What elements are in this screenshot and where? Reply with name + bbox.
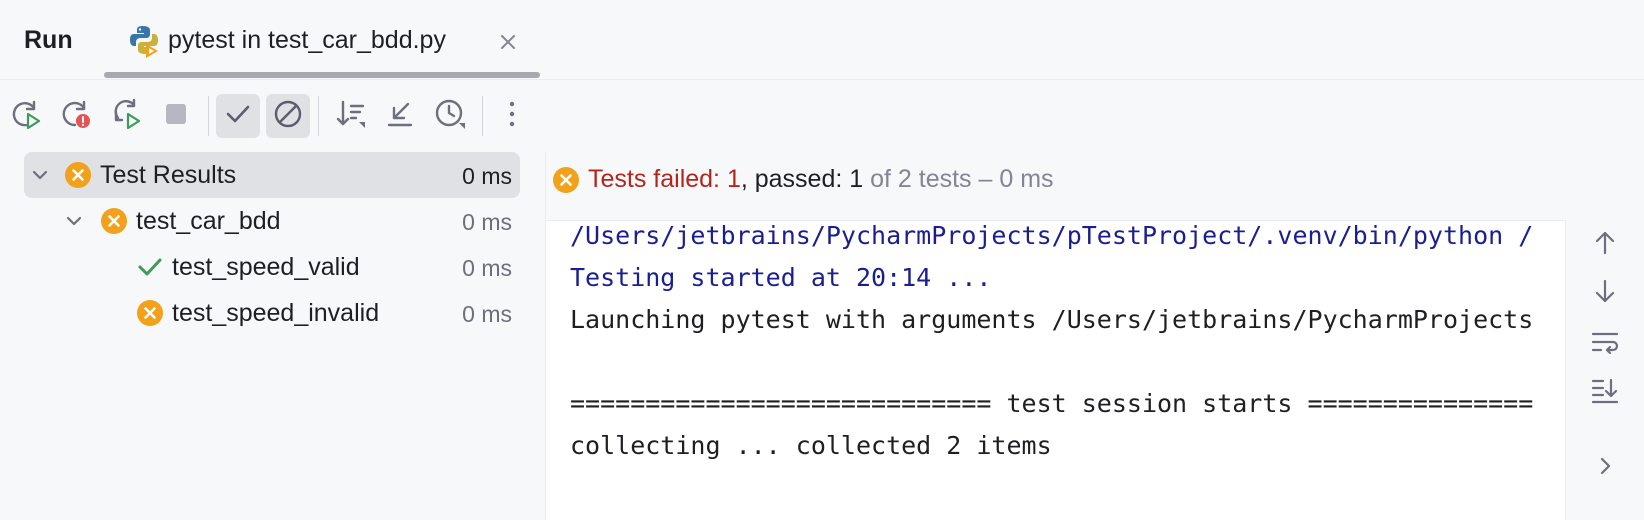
tool-window-header: Run pytest in test_car_bdd.py bbox=[0, 0, 1644, 80]
stop-button[interactable] bbox=[154, 94, 198, 138]
more-options-button[interactable] bbox=[490, 94, 534, 138]
status-text: Tests failed: 1, passed: 1 of 2 tests – … bbox=[588, 165, 1054, 194]
status-failed-count: Tests failed: 1 bbox=[588, 165, 741, 193]
status-total: of 2 tests – 0 ms bbox=[863, 165, 1054, 193]
test-duration: 0 ms bbox=[462, 301, 512, 327]
tab-pytest-run[interactable]: pytest in test_car_bdd.py bbox=[104, 0, 540, 80]
tab-label: pytest in test_car_bdd.py bbox=[168, 26, 446, 54]
clock-icon bbox=[434, 98, 466, 135]
toolbar-separator bbox=[482, 96, 483, 136]
test-failed-icon bbox=[136, 299, 164, 327]
test-history-button[interactable] bbox=[428, 94, 472, 138]
console-output[interactable]: /Users/jetbrains/PycharmProjects/pTestPr… bbox=[546, 220, 1566, 520]
test-failed-icon bbox=[64, 161, 92, 189]
tree-row-test-car-bdd[interactable]: test_car_bdd 0 ms bbox=[24, 198, 520, 244]
chevron-down-icon[interactable] bbox=[62, 209, 86, 233]
tree-row-label: Test Results bbox=[100, 161, 237, 189]
chevron-down-icon[interactable] bbox=[28, 163, 52, 187]
sort-icon bbox=[334, 98, 366, 135]
test-duration: 0 ms bbox=[462, 255, 512, 281]
console-line: Testing started at 20:14 ... bbox=[570, 263, 992, 292]
previous-occurrence-button[interactable] bbox=[1585, 225, 1625, 265]
rerun-failed-icon bbox=[60, 98, 92, 135]
console-line: collecting ... collected 2 items bbox=[570, 431, 1052, 460]
chevron-right-icon bbox=[1593, 454, 1617, 483]
console-line: ============================ test sessio… bbox=[570, 389, 1534, 418]
arrow-down-icon bbox=[1591, 277, 1619, 310]
test-duration: 0 ms bbox=[462, 209, 512, 235]
toggle-auto-test-button[interactable] bbox=[104, 94, 148, 138]
collapse-all-icon bbox=[384, 98, 416, 135]
ignored-icon bbox=[272, 98, 304, 135]
rerun-failed-button[interactable] bbox=[54, 94, 98, 138]
python-test-icon bbox=[128, 24, 160, 58]
console-line: Launching pytest with arguments /Users/j… bbox=[570, 305, 1534, 334]
test-duration: 0 ms bbox=[462, 163, 512, 189]
tab-selected-indicator bbox=[104, 72, 540, 78]
collapse-all-button[interactable] bbox=[378, 94, 422, 138]
next-occurrence-button[interactable] bbox=[1585, 273, 1625, 313]
scroll-to-end-icon bbox=[1591, 376, 1619, 409]
tree-row-label: test_speed_invalid bbox=[172, 299, 380, 327]
rerun-button[interactable] bbox=[4, 94, 48, 138]
test-status-summary: Tests failed: 1, passed: 1 of 2 tests – … bbox=[552, 160, 1644, 200]
checkmark-icon bbox=[222, 98, 254, 135]
tree-row-test-results[interactable]: Test Results 0 ms bbox=[24, 152, 520, 198]
more-vertical-icon bbox=[496, 98, 528, 135]
run-toolbar bbox=[0, 80, 1644, 152]
show-ignored-button[interactable] bbox=[266, 94, 310, 138]
console-line: /Users/jetbrains/PycharmProjects/pTestPr… bbox=[570, 221, 1534, 250]
stop-icon bbox=[160, 98, 192, 135]
test-passed-icon bbox=[136, 253, 164, 281]
run-tool-window-title: Run bbox=[24, 26, 73, 54]
test-tree: Test Results 0 ms test_car_bdd 0 ms test… bbox=[0, 152, 545, 520]
toggle-auto-test-icon bbox=[110, 98, 142, 135]
tree-row-label: test_speed_valid bbox=[172, 253, 360, 281]
soft-wrap-icon bbox=[1591, 328, 1619, 361]
sort-button[interactable] bbox=[328, 94, 372, 138]
status-passed-count: , passed: 1 bbox=[740, 165, 864, 193]
test-failed-icon bbox=[100, 207, 128, 235]
toolbar-separator bbox=[318, 96, 319, 136]
rerun-icon bbox=[10, 98, 42, 135]
toolbar-separator bbox=[208, 96, 209, 136]
tree-row-test-speed-invalid[interactable]: test_speed_invalid 0 ms bbox=[24, 290, 520, 336]
expand-toolbar-button[interactable] bbox=[1585, 448, 1625, 488]
tree-row-label: test_car_bdd bbox=[136, 207, 281, 235]
scroll-to-end-button[interactable] bbox=[1585, 372, 1625, 412]
test-failed-icon bbox=[552, 166, 580, 194]
arrow-up-icon bbox=[1591, 229, 1619, 262]
tree-row-test-speed-valid[interactable]: test_speed_valid 0 ms bbox=[24, 244, 520, 290]
close-icon[interactable] bbox=[496, 30, 520, 54]
soft-wrap-button[interactable] bbox=[1585, 324, 1625, 364]
console-side-toolbar bbox=[1567, 220, 1644, 520]
show-passed-button[interactable] bbox=[216, 94, 260, 138]
